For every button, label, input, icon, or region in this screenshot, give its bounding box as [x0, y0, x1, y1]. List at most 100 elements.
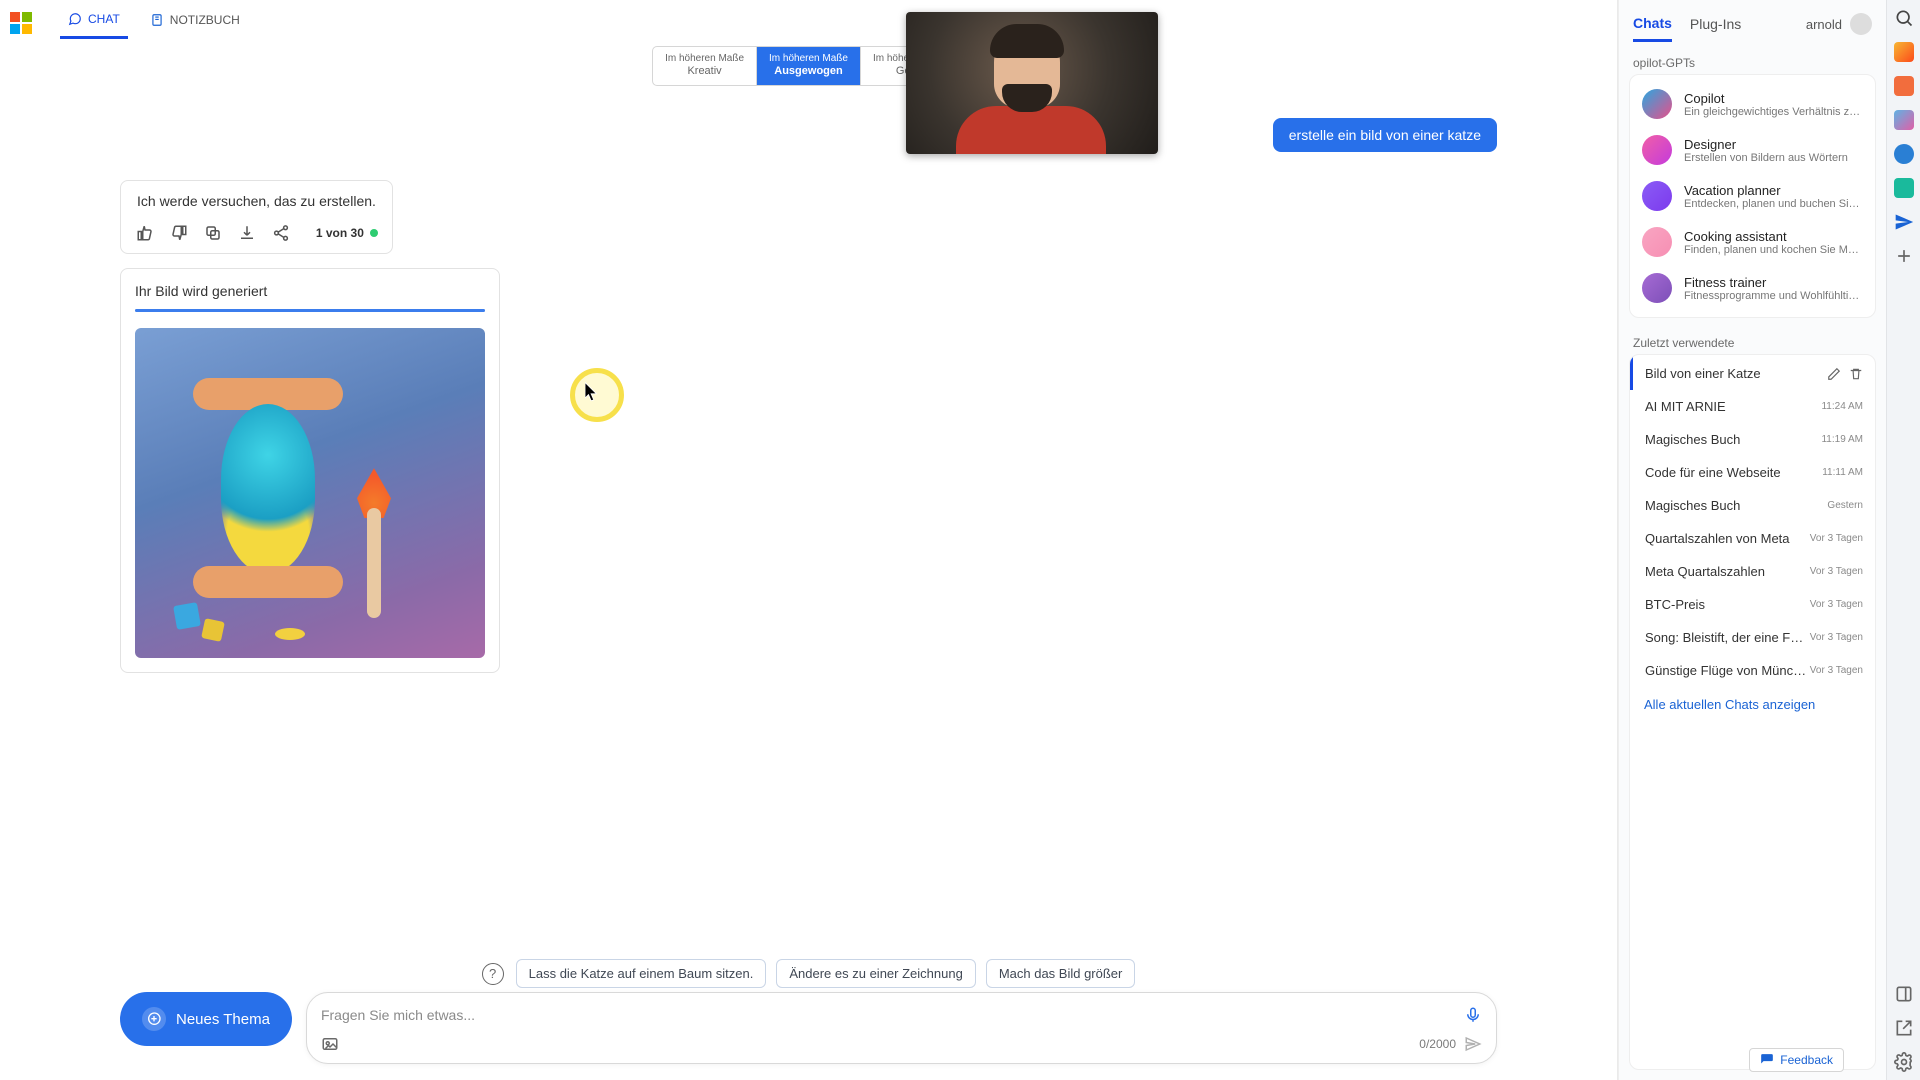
- feedback-icon: [1760, 1053, 1774, 1067]
- chat-icon: [68, 12, 82, 26]
- edit-icon[interactable]: [1827, 367, 1841, 381]
- rail-popout-icon[interactable]: [1894, 1018, 1914, 1038]
- mic-icon[interactable]: [1464, 1006, 1482, 1024]
- suggestion-2[interactable]: Ändere es zu einer Zeichnung: [776, 959, 975, 988]
- gpt-title: Vacation planner: [1684, 183, 1863, 198]
- rail-search-icon[interactable]: [1894, 8, 1914, 28]
- show-all-chats[interactable]: Alle aktuellen Chats anzeigen: [1630, 687, 1875, 722]
- recent-item-8[interactable]: Song: Bleistift, der eine Füllfeder sein…: [1630, 621, 1875, 654]
- gpt-item-4[interactable]: Fitness trainer Fitnessprogramme und Woh…: [1634, 265, 1871, 311]
- recent-title: Günstige Flüge von München nach Fra: [1645, 663, 1810, 678]
- image-upload-icon[interactable]: [321, 1035, 339, 1053]
- recent-item-7[interactable]: BTC-PreisVor 3 Tagen: [1630, 588, 1875, 621]
- recent-item-3[interactable]: Code für eine Webseite11:11 AM: [1630, 456, 1875, 489]
- gpt-icon: [1642, 273, 1672, 303]
- tab-notebook[interactable]: NOTIZBUCH: [142, 9, 248, 37]
- recent-title: BTC-Preis: [1645, 597, 1810, 612]
- gpt-title: Cooking assistant: [1684, 229, 1863, 244]
- gpt-icon: [1642, 227, 1672, 257]
- side-tab-chats[interactable]: Chats: [1633, 7, 1672, 42]
- tone-creative[interactable]: Im höheren MaßeKreativ: [653, 47, 756, 85]
- gpt-title: Designer: [1684, 137, 1848, 152]
- message-input[interactable]: Fragen Sie mich etwas... 0/2000: [306, 992, 1497, 1064]
- rail-panel-icon[interactable]: [1894, 984, 1914, 1004]
- recent-item-5[interactable]: Quartalszahlen von MetaVor 3 Tagen: [1630, 522, 1875, 555]
- rail-people-icon[interactable]: [1894, 110, 1914, 130]
- rail-teal-icon[interactable]: [1894, 178, 1914, 198]
- main-area: CHAT NOTIZBUCH Im höheren MaßeKreativ Im…: [0, 0, 1618, 1080]
- notebook-icon: [150, 13, 164, 27]
- gpt-item-3[interactable]: Cooking assistant Finden, planen und koc…: [1634, 219, 1871, 265]
- composer: Neues Thema Fragen Sie mich etwas... 0/2…: [0, 992, 1617, 1064]
- gpt-desc: Erstellen von Bildern aus Wörtern: [1684, 152, 1848, 164]
- recent-title: Magisches Buch: [1645, 498, 1827, 513]
- rail-send-icon[interactable]: [1894, 212, 1914, 232]
- tone-balanced[interactable]: Im höheren MaßeAusgewogen: [756, 47, 860, 85]
- new-topic-button[interactable]: Neues Thema: [120, 992, 292, 1046]
- gpt-icon: [1642, 89, 1672, 119]
- generated-image-placeholder[interactable]: [135, 328, 485, 658]
- share-button[interactable]: [271, 223, 291, 243]
- gpt-item-1[interactable]: Designer Erstellen von Bildern aus Wörte…: [1634, 127, 1871, 173]
- recent-time: 11:11 AM: [1822, 467, 1863, 478]
- generation-status: Ihr Bild wird generiert: [135, 283, 485, 299]
- help-icon[interactable]: ?: [482, 963, 504, 985]
- gpt-item-0[interactable]: Copilot Ein gleichgewichtiges Verhältnis…: [1634, 81, 1871, 127]
- tab-notebook-label: NOTIZBUCH: [170, 13, 240, 27]
- recent-title: Magisches Buch: [1645, 432, 1821, 447]
- side-tab-plugins[interactable]: Plug-Ins: [1690, 8, 1741, 40]
- recent-title: Code für eine Webseite: [1645, 465, 1822, 480]
- recent-item-6[interactable]: Meta QuartalszahlenVor 3 Tagen: [1630, 555, 1875, 588]
- gpts-header: opilot-GPTs: [1619, 48, 1886, 74]
- tab-chat[interactable]: CHAT: [60, 8, 128, 39]
- gpt-icon: [1642, 181, 1672, 211]
- suggestion-1[interactable]: Lass die Katze auf einem Baum sitzen.: [516, 959, 767, 988]
- copy-button[interactable]: [203, 223, 223, 243]
- dislike-button[interactable]: [169, 223, 189, 243]
- rail-orange-icon[interactable]: [1894, 76, 1914, 96]
- edge-rail: [1886, 0, 1920, 1080]
- gpt-desc: Finden, planen und kochen Sie Mahlzeiten: [1684, 244, 1863, 256]
- status-dot-icon: [370, 229, 378, 237]
- recent-header: Zuletzt verwendete: [1619, 328, 1886, 354]
- recent-title: Quartalszahlen von Meta: [1645, 531, 1810, 546]
- gpt-icon: [1642, 135, 1672, 165]
- recent-item-1[interactable]: AI MIT ARNIE11:24 AM: [1630, 390, 1875, 423]
- recent-time: Gestern: [1827, 500, 1863, 511]
- tab-chat-label: CHAT: [88, 12, 120, 26]
- recent-time: Vor 3 Tagen: [1810, 665, 1863, 676]
- rail-add-icon[interactable]: [1894, 246, 1914, 266]
- recent-time: Vor 3 Tagen: [1810, 566, 1863, 577]
- suggestion-row: ? Lass die Katze auf einem Baum sitzen. …: [0, 959, 1617, 988]
- rail-blue-icon[interactable]: [1894, 144, 1914, 164]
- ai-message-text: Ich werde versuchen, das zu erstellen.: [121, 181, 392, 217]
- rail-settings-icon[interactable]: [1894, 1052, 1914, 1072]
- gpt-title: Fitness trainer: [1684, 275, 1863, 290]
- recent-time: Vor 3 Tagen: [1810, 599, 1863, 610]
- user-menu[interactable]: arnold: [1806, 13, 1872, 35]
- recent-item-9[interactable]: Günstige Flüge von München nach FraVor 3…: [1630, 654, 1875, 687]
- suggestion-3[interactable]: Mach das Bild größer: [986, 959, 1136, 988]
- response-counter: 1 von 30: [316, 226, 378, 240]
- delete-icon[interactable]: [1849, 367, 1863, 381]
- feedback-button[interactable]: Feedback: [1749, 1048, 1844, 1072]
- gpt-desc: Entdecken, planen und buchen Sie Reisen: [1684, 198, 1863, 210]
- char-counter: 0/2000: [1419, 1037, 1456, 1051]
- download-button[interactable]: [237, 223, 257, 243]
- send-icon[interactable]: [1464, 1035, 1482, 1053]
- like-button[interactable]: [135, 223, 155, 243]
- ai-message-card: Ich werde versuchen, das zu erstellen. 1…: [120, 180, 393, 254]
- gpt-desc: Fitnessprogramme und Wohlfühltipps: [1684, 290, 1863, 302]
- image-generation-card: Ihr Bild wird generiert: [120, 268, 500, 673]
- recent-time: 11:19 AM: [1821, 434, 1863, 445]
- new-topic-icon: [142, 1007, 166, 1031]
- gpts-list: Copilot Ein gleichgewichtiges Verhältnis…: [1629, 74, 1876, 318]
- chat-scroll[interactable]: erstelle ein bild von einer katze Ich we…: [0, 86, 1617, 1080]
- recent-item-0[interactable]: Bild von einer Katze: [1630, 357, 1875, 390]
- gpt-item-2[interactable]: Vacation planner Entdecken, planen und b…: [1634, 173, 1871, 219]
- rail-shopping-icon[interactable]: [1894, 42, 1914, 62]
- recent-title: Song: Bleistift, der eine Füllfeder sein…: [1645, 630, 1810, 645]
- top-tabs: CHAT NOTIZBUCH: [0, 0, 1617, 46]
- recent-item-2[interactable]: Magisches Buch11:19 AM: [1630, 423, 1875, 456]
- recent-item-4[interactable]: Magisches BuchGestern: [1630, 489, 1875, 522]
